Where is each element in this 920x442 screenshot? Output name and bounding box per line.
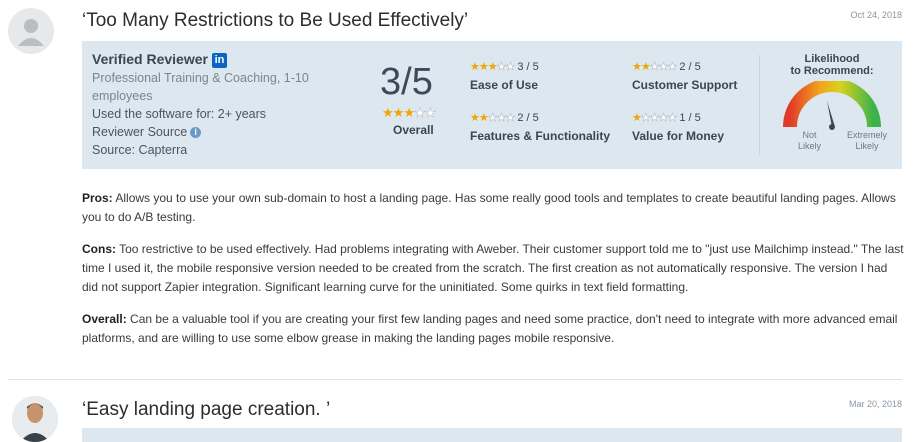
reviewer-name: Verified Reviewer in <box>92 51 227 68</box>
customer-support-value: 2 / 5 <box>679 61 701 73</box>
value-for-money-stars: ★★★★★ <box>632 112 678 125</box>
cons-text: Too restrictive to be used effectively. … <box>82 242 904 294</box>
pros-section: Pros: Allows you to use your own sub-dom… <box>82 189 904 227</box>
reviewer-company-size: employees <box>92 89 153 103</box>
overall-stars: ★★★★★ <box>382 105 436 121</box>
value-for-money-label: Value for Money <box>632 129 725 143</box>
review-summary-panel: Verified Reviewer in Professional Trainin… <box>82 41 902 169</box>
rating-customer-support: ★★★★★ 2 / 5 Customer Support <box>632 57 737 92</box>
pros-text: Allows you to use your own sub-domain to… <box>82 191 896 224</box>
pros-label: Pros: <box>82 191 113 205</box>
review-title-2[interactable]: ‘Easy landing page creation. ’ <box>82 399 330 421</box>
gauge-low-label: Not Likely <box>798 130 822 151</box>
ease-of-use-label: Ease of Use <box>470 78 539 92</box>
overall-score: 3/5 <box>380 61 433 103</box>
rating-value-for-money: ★★★★★ 1 / 5 Value for Money <box>632 108 724 143</box>
ease-of-use-value: 3 / 5 <box>517 61 539 73</box>
recommend-gauge <box>783 81 881 130</box>
overall-comment-text: Can be a valuable tool if you are creati… <box>82 312 898 345</box>
customer-support-label: Customer Support <box>632 78 738 92</box>
review-date-2: Mar 20, 2018 <box>848 399 902 409</box>
rating-ease-of-use: ★★★★★ 3 / 5 Ease of Use <box>470 57 539 92</box>
reviewer-usage: Used the software for: 2+ years <box>92 107 267 121</box>
default-user-icon <box>18 19 44 46</box>
features-label: Features & Functionality <box>470 129 611 143</box>
review-title[interactable]: ‘Too Many Restrictions to Be Used Effect… <box>82 10 468 32</box>
overall-label: Overall <box>393 123 434 137</box>
ease-of-use-stars: ★★★★★ <box>470 61 516 74</box>
review-date: Oct 24, 2018 <box>850 10 902 20</box>
rating-features: ★★★★★ 2 / 5 Features & Functionality <box>470 108 610 143</box>
cons-section: Cons: Too restrictive to be used effecti… <box>82 240 904 297</box>
features-stars: ★★★★★ <box>470 112 516 125</box>
linkedin-icon[interactable]: in <box>211 52 227 68</box>
cons-label: Cons: <box>82 242 116 256</box>
user-photo-icon <box>12 396 58 442</box>
overall-section: Overall: Can be a valuable tool if you a… <box>82 310 904 348</box>
reviewer-avatar-2 <box>12 396 58 442</box>
reviewer-avatar <box>8 8 54 54</box>
reviewer-source-label: Reviewer Source i <box>92 125 202 139</box>
features-value: 2 / 5 <box>517 112 539 124</box>
gauge-needle <box>827 101 835 127</box>
customer-support-stars: ★★★★★ <box>632 61 678 74</box>
review-separator <box>8 379 902 380</box>
overall-comment-label: Overall: <box>82 312 127 326</box>
panel-divider <box>759 55 760 155</box>
recommend-title: Likelihood to Recommend: <box>790 53 874 77</box>
info-icon[interactable]: i <box>190 127 202 139</box>
reviewer-source: Source: Capterra <box>92 143 188 157</box>
gauge-high-label: Extremely Likely <box>847 130 888 151</box>
value-for-money-value: 1 / 5 <box>679 112 701 124</box>
reviewer-company: Professional Training & Coaching, 1-10 <box>92 71 309 85</box>
